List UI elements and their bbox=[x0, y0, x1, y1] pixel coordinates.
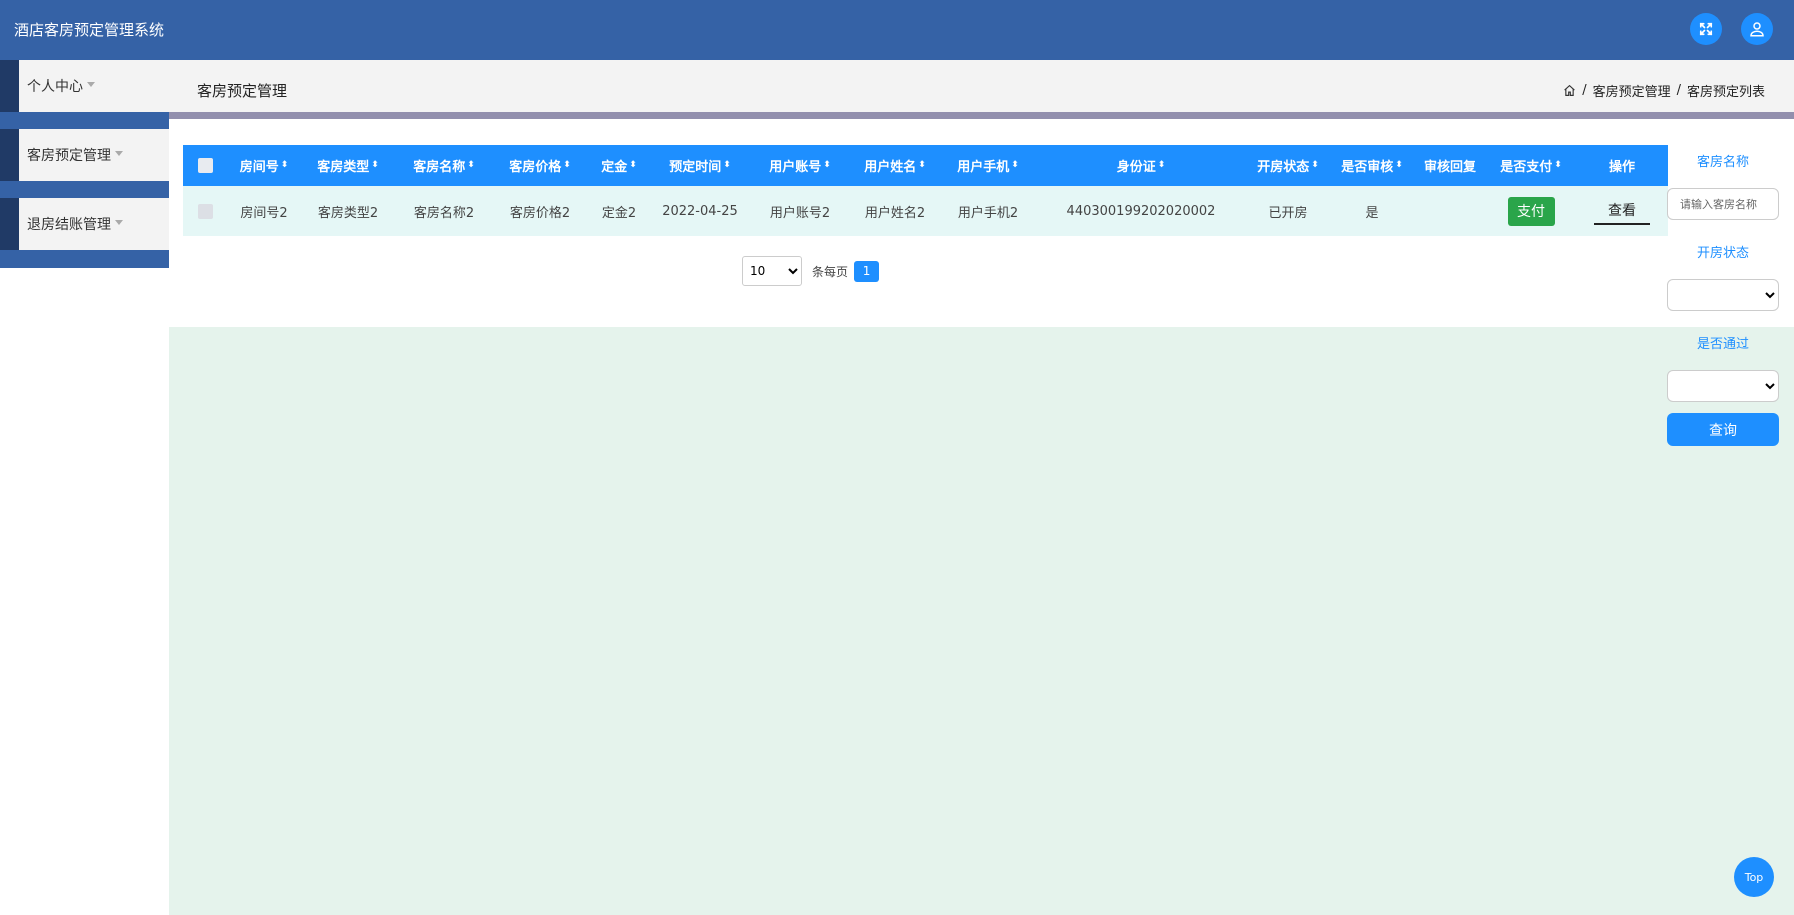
column-header-deposit[interactable]: 定金 ⬍ bbox=[588, 145, 650, 186]
column-header-id-card[interactable]: 身份证 ⬍ bbox=[1036, 145, 1246, 186]
sort-icon: ⬍ bbox=[629, 160, 637, 170]
room-name-input[interactable] bbox=[1667, 188, 1779, 220]
checkin-status-select[interactable] bbox=[1667, 279, 1779, 311]
sidebar: 个人中心 客房预定管理 退房结账管理 bbox=[0, 60, 169, 268]
column-header-booking-time[interactable]: 预定时间 ⬍ bbox=[650, 145, 750, 186]
cell-room-type: 客房类型2 bbox=[317, 205, 379, 221]
row-checkbox[interactable] bbox=[198, 203, 213, 219]
breadcrumb-item[interactable]: 客房预定管理 bbox=[1593, 81, 1671, 100]
cell-user-name: 用户姓名2 bbox=[864, 205, 926, 221]
top-header: 酒店客房预定管理系统 bbox=[0, 0, 1794, 60]
select-all-cell bbox=[183, 145, 228, 186]
cell-checkin-status: 已开房 bbox=[1268, 205, 1308, 221]
sort-icon: ⬍ bbox=[280, 160, 289, 170]
page-size-select[interactable]: 102050100 bbox=[742, 256, 802, 286]
breadcrumb: / 客房预定管理 / 客房预定列表 bbox=[1563, 81, 1765, 100]
content-background bbox=[169, 327, 1794, 915]
column-header-actions: 操作 bbox=[1608, 160, 1635, 175]
sidebar-divider bbox=[0, 112, 169, 129]
breadcrumb-separator: / bbox=[1676, 83, 1681, 98]
table-header: 房间号 ⬍ 客房类型 ⬍ 客房名称 ⬍ 客房价格 ⬍ 定金 ⬍ 预定时间 ⬍ 用户账号 ⬍ 用… bbox=[183, 145, 1668, 186]
sort-icon: ⬍ bbox=[467, 160, 475, 170]
back-to-top-button[interactable]: Top bbox=[1734, 857, 1774, 897]
page-button-current[interactable]: 1 bbox=[854, 260, 880, 282]
pagination: 102050100 条每页 1 bbox=[742, 256, 880, 286]
page-title: 客房预定管理 bbox=[197, 82, 288, 100]
column-header-reviewed[interactable]: 是否审核 ⬍ bbox=[1330, 145, 1414, 186]
sidebar-item-room-booking[interactable]: 客房预定管理 bbox=[19, 129, 169, 181]
sort-icon: ⬍ bbox=[723, 160, 731, 170]
table-row: 房间号2 客房类型2 客房名称2 客房价格2 定金2 2022-04-25 用户… bbox=[183, 186, 1668, 236]
column-header-checkin-status[interactable]: 开房状态 ⬍ bbox=[1246, 145, 1330, 186]
column-header-room-type[interactable]: 客房类型 ⬍ bbox=[300, 145, 396, 186]
cell-id-card: 440300199202020002 bbox=[1066, 203, 1216, 219]
pay-button[interactable]: 支付 bbox=[1507, 196, 1555, 226]
sort-icon: ⬍ bbox=[1011, 160, 1019, 170]
sort-icon: ⬍ bbox=[918, 160, 926, 170]
fullscreen-icon bbox=[1699, 22, 1713, 36]
cell-user-phone: 用户手机2 bbox=[957, 205, 1019, 221]
cell-room-price: 客房价格2 bbox=[509, 205, 571, 221]
view-button[interactable]: 查看 bbox=[1594, 198, 1650, 225]
cell-paid: 支付 bbox=[1486, 186, 1576, 236]
content-titlebar: 客房预定管理 / 客房预定管理 / 客房预定列表 bbox=[169, 60, 1794, 112]
fullscreen-button[interactable] bbox=[1690, 13, 1722, 45]
cell-actions: 查看 bbox=[1576, 186, 1668, 236]
column-header-review-reply: 审核回复 bbox=[1423, 160, 1476, 175]
title-divider bbox=[169, 112, 1794, 119]
column-header-room-price[interactable]: 客房价格 ⬍ bbox=[492, 145, 588, 186]
per-page-label: 条每页 bbox=[812, 264, 849, 279]
cell-booking-time: 2022-04-25 bbox=[662, 203, 738, 219]
column-header-paid[interactable]: 是否支付 ⬍ bbox=[1486, 145, 1576, 186]
cell-user-account: 用户账号2 bbox=[769, 205, 831, 221]
breadcrumb-separator: / bbox=[1582, 83, 1587, 98]
cell-review-reply bbox=[1414, 186, 1486, 236]
query-button[interactable]: 查询 bbox=[1667, 413, 1779, 446]
column-header-room-no[interactable]: 房间号 ⬍ bbox=[228, 145, 300, 186]
row-select-cell bbox=[183, 186, 228, 236]
sidebar-divider bbox=[0, 181, 169, 198]
sort-icon: ⬍ bbox=[1311, 160, 1319, 170]
cell-deposit: 定金2 bbox=[601, 205, 637, 221]
column-header-user-name[interactable]: 用户姓名 ⬍ bbox=[850, 145, 940, 186]
passed-select[interactable] bbox=[1667, 370, 1779, 402]
sidebar-item-label: 退房结账管理 bbox=[27, 217, 111, 233]
cell-room-name: 客房名称2 bbox=[413, 205, 475, 221]
home-icon[interactable] bbox=[1563, 84, 1576, 97]
column-header-user-account[interactable]: 用户账号 ⬍ bbox=[750, 145, 850, 186]
sort-icon: ⬍ bbox=[1554, 160, 1562, 170]
user-icon bbox=[1750, 22, 1764, 37]
sort-icon: ⬍ bbox=[1395, 160, 1403, 170]
user-button[interactable] bbox=[1741, 13, 1773, 45]
app-title: 酒店客房预定管理系统 bbox=[14, 21, 165, 39]
breadcrumb-item: 客房预定列表 bbox=[1686, 85, 1765, 100]
column-header-user-phone[interactable]: 用户手机 ⬍ bbox=[940, 145, 1036, 186]
select-all-checkbox[interactable] bbox=[198, 158, 213, 173]
cell-room-no: 房间号2 bbox=[240, 205, 288, 221]
sidebar-divider bbox=[0, 250, 169, 268]
sidebar-item-checkout[interactable]: 退房结账管理 bbox=[19, 198, 169, 250]
sort-icon: ⬍ bbox=[371, 160, 379, 170]
cell-reviewed: 是 bbox=[1365, 205, 1379, 221]
sidebar-item-label: 个人中心 bbox=[27, 79, 83, 95]
caret-down-icon bbox=[115, 220, 123, 225]
caret-down-icon bbox=[87, 82, 95, 87]
column-header-room-name[interactable]: 客房名称 ⬍ bbox=[396, 145, 492, 186]
sort-icon: ⬍ bbox=[823, 160, 831, 170]
filter-label-room-name: 客房名称 bbox=[1696, 155, 1749, 170]
sort-icon: ⬍ bbox=[563, 160, 571, 170]
filter-label-checkin-status: 开房状态 bbox=[1696, 246, 1749, 261]
filter-label-passed: 是否通过 bbox=[1696, 337, 1749, 352]
caret-down-icon bbox=[115, 151, 123, 156]
sort-icon: ⬍ bbox=[1157, 160, 1166, 170]
sidebar-item-personal-center[interactable]: 个人中心 bbox=[19, 60, 169, 112]
sidebar-item-label: 客房预定管理 bbox=[27, 148, 111, 164]
